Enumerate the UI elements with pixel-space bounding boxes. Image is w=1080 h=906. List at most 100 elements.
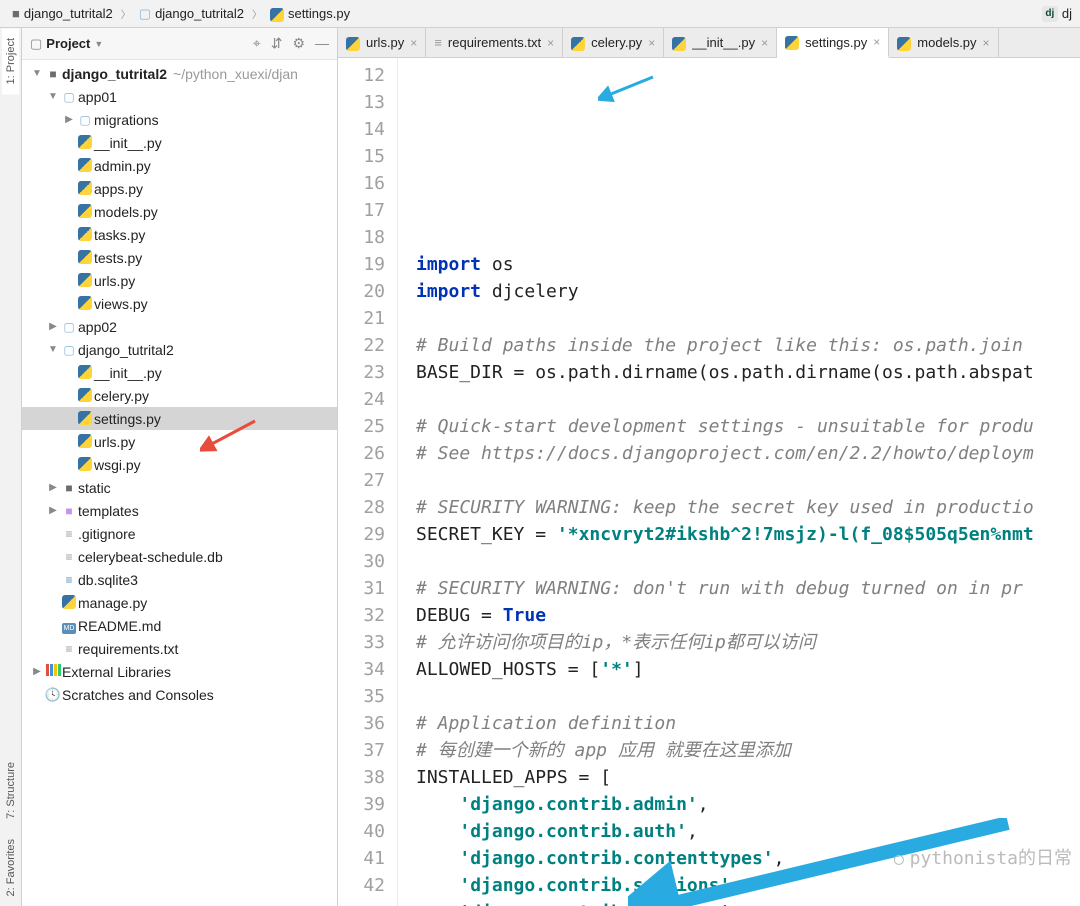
expand-arrow-icon[interactable] [46,482,60,493]
tree-label: tasks.py [94,227,145,243]
breadcrumb-item[interactable]: django_tutrital2 [8,4,117,23]
editor-tab[interactable]: requirements.txt× [426,28,563,57]
code-line[interactable] [416,386,1080,413]
expand-arrow-icon[interactable] [30,666,44,677]
project-tree[interactable]: django_tutrital2~/python_xuexi/djanapp01… [22,60,337,906]
code-line[interactable]: SECRET_KEY = '*xncvryt2#ikshb^2!7msjz)-l… [416,521,1080,548]
expand-arrow-icon[interactable] [46,321,60,332]
close-icon[interactable]: × [547,36,554,50]
toolwindow-tab[interactable]: 1: Project [2,28,19,94]
tree-row[interactable]: app01 [22,85,337,108]
tree-row[interactable]: tests.py [22,246,337,269]
expand-arrow-icon[interactable] [30,68,44,79]
tree-row[interactable]: apps.py [22,177,337,200]
tree-row[interactable]: db.sqlite3 [22,568,337,591]
tree-row[interactable]: __init__.py [22,131,337,154]
tree-row[interactable]: .gitignore [22,522,337,545]
close-icon[interactable]: × [983,36,990,50]
editor-tab[interactable]: urls.py× [338,28,426,57]
tree-row[interactable]: wsgi.py [22,453,337,476]
code-line[interactable]: # Application definition [416,710,1080,737]
code-line[interactable]: # SECURITY WARNING: don't run with debug… [416,575,1080,602]
close-icon[interactable]: × [761,36,768,50]
tree-row[interactable]: templates [22,499,337,522]
code-line[interactable]: # 每创建一个新的 app 应用 就要在这里添加 [416,737,1080,764]
close-icon[interactable]: × [410,36,417,50]
py-icon [76,134,94,151]
tree-row[interactable]: django_tutrital2 [22,338,337,361]
chevron-down-icon[interactable]: ▼ [94,39,103,49]
tree-row[interactable]: __init__.py [22,361,337,384]
close-icon[interactable]: × [873,35,880,49]
tab-label: celery.py [591,35,642,50]
editor-tab[interactable]: __init__.py× [664,28,777,57]
code-editor[interactable]: ◯ pythonista的日常 import osimport djcelery… [398,58,1080,906]
expand-arrow-icon[interactable] [62,114,76,125]
tree-row[interactable]: static [22,476,337,499]
tree-row[interactable]: manage.py [22,591,337,614]
code-line[interactable]: ALLOWED_HOSTS = ['*'] [416,656,1080,683]
close-icon[interactable]: × [648,36,655,50]
line-number: 34 [342,656,385,683]
code-line[interactable]: import os [416,251,1080,278]
line-number: 31 [342,575,385,602]
watermark: ◯ pythonista的日常 [894,845,1072,872]
tree-row[interactable]: urls.py [22,430,337,453]
py-icon [60,594,78,611]
tree-label: README.md [78,618,161,634]
hide-icon[interactable]: — [315,35,329,52]
tree-row[interactable]: app02 [22,315,337,338]
code-line[interactable]: import djcelery [416,278,1080,305]
editor-tab[interactable]: celery.py × [563,28,664,57]
gear-icon[interactable]: ⚙ [292,35,305,52]
code-line[interactable] [416,683,1080,710]
target-icon[interactable]: ⌖ [253,35,261,52]
tree-row[interactable]: requirements.txt [22,637,337,660]
tree-row[interactable]: Scratches and Consoles [22,683,337,706]
tree-row[interactable]: views.py [22,292,337,315]
tree-row[interactable]: admin.py [22,154,337,177]
expand-arrow-icon[interactable] [46,505,60,516]
tree-row[interactable]: celerybeat-schedule.db [22,545,337,568]
toolwindow-tab[interactable]: 7: Structure [3,752,19,829]
code-line[interactable] [416,224,1080,251]
tree-row[interactable]: External Libraries [22,660,337,683]
code-line[interactable]: 'django.contrib.admin', [416,791,1080,818]
collapse-icon[interactable]: ⇵ [271,35,283,52]
toolwindow-tab[interactable]: 2: Favorites [3,829,19,906]
line-number: 39 [342,791,385,818]
tree-row[interactable]: MDREADME.md [22,614,337,637]
code-line[interactable] [416,467,1080,494]
editor-tab[interactable]: models.py× [889,28,998,57]
tree-label: app02 [78,319,117,335]
tree-row[interactable]: migrations [22,108,337,131]
code-line[interactable]: 'django.contrib.auth', [416,818,1080,845]
tree-row[interactable]: settings.py [22,407,337,430]
code-line[interactable]: 'django.contrib.messages', [416,899,1080,906]
breadcrumb-item[interactable]: django_tutrital2 [135,4,248,24]
code-line[interactable]: 'django.contrib.sessions', [416,872,1080,899]
tree-row[interactable]: tasks.py [22,223,337,246]
tree-row[interactable]: urls.py [22,269,337,292]
tree-row[interactable]: models.py [22,200,337,223]
code-line[interactable]: # Build paths inside the project like th… [416,332,1080,359]
code-line[interactable]: # 允许访问你项目的ip，*表示任何ip都可以访问 [416,629,1080,656]
project-view-title[interactable]: Project [46,36,90,51]
tree-row[interactable]: django_tutrital2~/python_xuexi/djan [22,62,337,85]
code-line[interactable]: DEBUG = True [416,602,1080,629]
code-line[interactable] [416,548,1080,575]
run-config[interactable]: dj dj [1042,6,1072,22]
code-line[interactable]: # See https://docs.djangoproject.com/en/… [416,440,1080,467]
code-line[interactable]: # Quick-start development settings - uns… [416,413,1080,440]
breadcrumb-item[interactable]: settings.py [266,4,354,23]
code-line[interactable] [416,305,1080,332]
code-line[interactable]: INSTALLED_APPS = [ [416,764,1080,791]
editor-tab[interactable]: settings.py× [777,28,889,58]
line-number: 36 [342,710,385,737]
tree-row[interactable]: celery.py [22,384,337,407]
code-line[interactable]: # SECURITY WARNING: keep the secret key … [416,494,1080,521]
expand-arrow-icon[interactable] [46,91,60,102]
code-line[interactable]: BASE_DIR = os.path.dirname(os.path.dirna… [416,359,1080,386]
txt-icon [434,35,442,50]
expand-arrow-icon[interactable] [46,344,60,355]
